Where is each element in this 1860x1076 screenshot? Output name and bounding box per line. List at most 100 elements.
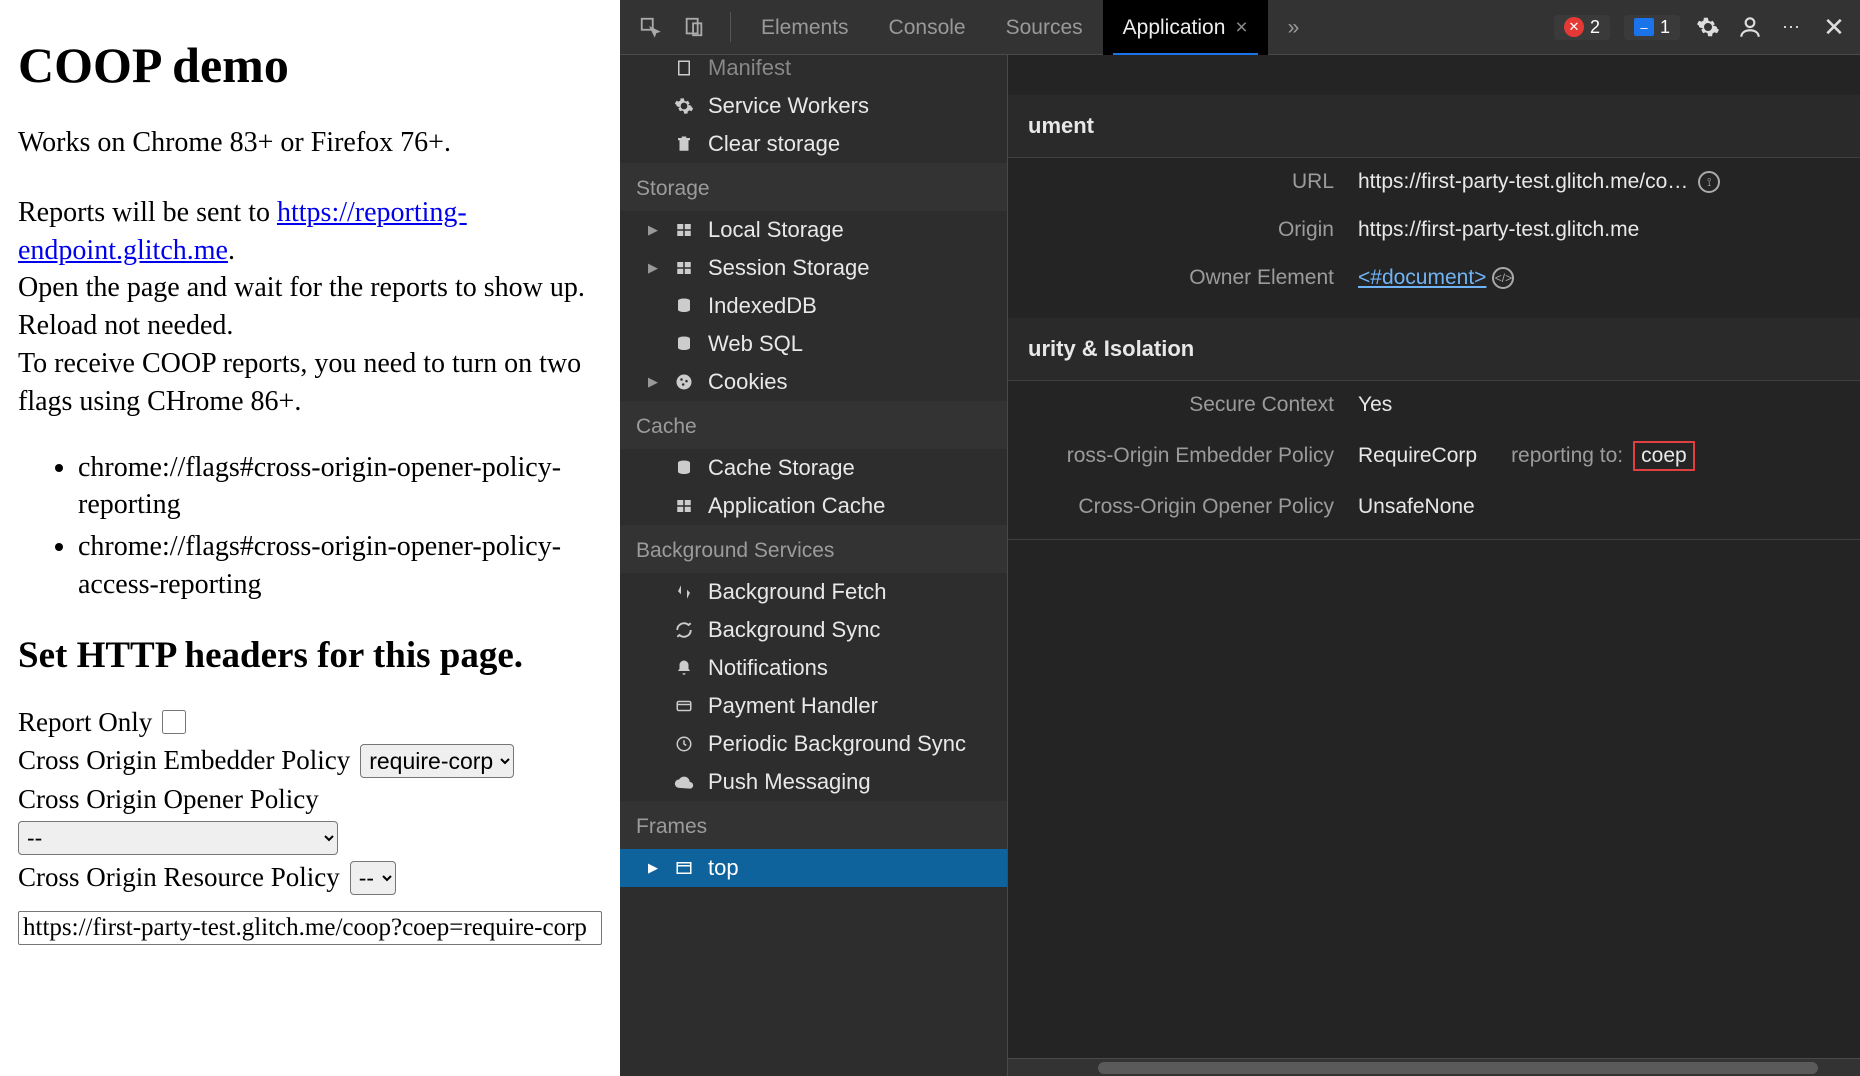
detail-owner-row: Owner Element <#document> </> bbox=[1008, 254, 1860, 302]
gear-icon bbox=[672, 94, 696, 118]
report-only-checkbox[interactable] bbox=[162, 710, 186, 734]
coep-endpoint-highlight: coep bbox=[1633, 441, 1695, 471]
sidebar-item-cookies[interactable]: ▶ Cookies bbox=[620, 363, 1007, 401]
origin-value: https://first-party-test.glitch.me bbox=[1358, 218, 1840, 242]
sidebar-item-periodic-bg-sync[interactable]: ▶ Periodic Background Sync bbox=[620, 725, 1007, 763]
table-icon bbox=[672, 256, 696, 280]
coop-label: Cross Origin Opener Policy bbox=[18, 784, 319, 815]
coop-value: UnsafeNone bbox=[1358, 495, 1840, 519]
flag-item: chrome://flags#cross-origin-opener-polic… bbox=[78, 449, 602, 525]
sidebar-item-cache-storage[interactable]: ▶ Cache Storage bbox=[620, 449, 1007, 487]
window-icon bbox=[672, 856, 696, 880]
detail-coop-row: Cross-Origin Opener Policy UnsafeNone bbox=[1008, 483, 1860, 540]
info-icon: – bbox=[1634, 18, 1654, 36]
sidebar-item-session-storage[interactable]: ▶ Session Storage bbox=[620, 249, 1007, 287]
coep-value: RequireCorp bbox=[1358, 444, 1477, 468]
sidebar-item-web-sql[interactable]: ▶ Web SQL bbox=[620, 325, 1007, 363]
sync-icon bbox=[672, 618, 696, 642]
url-input[interactable] bbox=[18, 911, 602, 945]
close-devtools-icon[interactable]: ✕ bbox=[1820, 13, 1848, 41]
page-subtitle: Works on Chrome 83+ or Firefox 76+. bbox=[18, 124, 602, 162]
sidebar-item-top-frame[interactable]: ▶ top bbox=[620, 849, 1007, 887]
reporting-label: reporting to: bbox=[1511, 444, 1623, 468]
headers-title: Set HTTP headers for this page. bbox=[18, 634, 602, 677]
report-only-label: Report Only bbox=[18, 707, 152, 738]
section-document: ument bbox=[1008, 95, 1860, 158]
sidebar-section-frames: Frames bbox=[620, 801, 1007, 849]
detail-origin-row: Origin https://first-party-test.glitch.m… bbox=[1008, 206, 1860, 254]
coep-select[interactable]: require-corp bbox=[360, 744, 514, 778]
transfer-icon bbox=[672, 580, 696, 604]
url-value: https://first-party-test.glitch.me/co… bbox=[1358, 170, 1688, 194]
flags-list: chrome://flags#cross-origin-opener-polic… bbox=[78, 449, 602, 604]
sidebar-item-bg-fetch[interactable]: ▶ Background Fetch bbox=[620, 573, 1007, 611]
tab-elements[interactable]: Elements bbox=[741, 0, 869, 55]
database-icon bbox=[672, 456, 696, 480]
detail-coep-row: ross-Origin Embedder Policy RequireCorp … bbox=[1008, 429, 1860, 483]
account-icon[interactable] bbox=[1736, 13, 1764, 41]
reveal-icon[interactable]: ⟟ bbox=[1698, 171, 1720, 193]
device-toggle-icon[interactable] bbox=[676, 9, 712, 45]
scrollbar-thumb[interactable] bbox=[1098, 1062, 1818, 1074]
devtools: Elements Console Sources Application× » … bbox=[620, 0, 1860, 1076]
sidebar-item-manifest[interactable]: ▶ Manifest bbox=[620, 55, 1007, 87]
tab-console[interactable]: Console bbox=[869, 0, 986, 55]
errors-badge[interactable]: ✕ 2 bbox=[1554, 15, 1610, 40]
table-icon bbox=[672, 494, 696, 518]
database-icon bbox=[672, 294, 696, 318]
page-title: COOP demo bbox=[18, 36, 602, 94]
coep-row: Cross Origin Embedder Policy require-cor… bbox=[18, 744, 602, 778]
owner-element-link[interactable]: <#document> bbox=[1358, 266, 1486, 290]
report-only-row: Report Only bbox=[18, 707, 602, 738]
trash-icon bbox=[672, 132, 696, 156]
card-icon bbox=[672, 694, 696, 718]
sidebar-item-indexeddb[interactable]: ▶ IndexedDB bbox=[620, 287, 1007, 325]
cookie-icon bbox=[672, 370, 696, 394]
clock-icon bbox=[672, 732, 696, 756]
cloud-icon bbox=[672, 770, 696, 794]
instructions-2: To receive COOP reports, you need to tur… bbox=[18, 345, 602, 421]
sidebar-item-bg-sync[interactable]: ▶ Background Sync bbox=[620, 611, 1007, 649]
section-security: urity & Isolation bbox=[1008, 318, 1860, 381]
info-badge[interactable]: – 1 bbox=[1624, 15, 1680, 40]
secure-context-value: Yes bbox=[1358, 393, 1840, 417]
sidebar-section-bg-services: Background Services bbox=[620, 525, 1007, 573]
devtools-toolbar: Elements Console Sources Application× » … bbox=[620, 0, 1860, 55]
tabs-overflow-icon[interactable]: » bbox=[1268, 0, 1320, 55]
sidebar-item-notifications[interactable]: ▶ Notifications bbox=[620, 649, 1007, 687]
table-icon bbox=[672, 218, 696, 242]
sidebar-item-payment-handler[interactable]: ▶ Payment Handler bbox=[620, 687, 1007, 725]
application-sidebar: ▶ Manifest ▶ Service Workers ▶ Clear sto… bbox=[620, 55, 1008, 1076]
detail-secure-context-row: Secure Context Yes bbox=[1008, 381, 1860, 429]
sidebar-item-application-cache[interactable]: ▶ Application Cache bbox=[620, 487, 1007, 525]
corp-label: Cross Origin Resource Policy bbox=[18, 862, 340, 893]
horizontal-scrollbar[interactable] bbox=[1008, 1058, 1860, 1076]
more-icon[interactable]: ⋯ bbox=[1778, 13, 1806, 41]
bell-icon bbox=[672, 656, 696, 680]
database-icon bbox=[672, 332, 696, 356]
inspect-icon[interactable] bbox=[632, 9, 668, 45]
corp-row: Cross Origin Resource Policy -- bbox=[18, 861, 602, 895]
reports-paragraph: Reports will be sent to https://reportin… bbox=[18, 194, 602, 270]
sidebar-item-service-workers[interactable]: ▶ Service Workers bbox=[620, 87, 1007, 125]
sidebar-item-clear-storage[interactable]: ▶ Clear storage bbox=[620, 125, 1007, 163]
scroll-to-icon[interactable]: </> bbox=[1492, 267, 1514, 289]
corp-select[interactable]: -- bbox=[350, 861, 396, 895]
close-icon[interactable]: × bbox=[1235, 16, 1247, 39]
sidebar-item-local-storage[interactable]: ▶ Local Storage bbox=[620, 211, 1007, 249]
instructions-1: Open the page and wait for the reports t… bbox=[18, 269, 602, 345]
tab-application[interactable]: Application× bbox=[1103, 0, 1268, 55]
gear-icon[interactable] bbox=[1694, 13, 1722, 41]
error-icon: ✕ bbox=[1564, 17, 1584, 37]
sidebar-section-storage: Storage bbox=[620, 163, 1007, 211]
devtools-tabs: Elements Console Sources Application× » bbox=[741, 0, 1319, 55]
coop-select[interactable]: -- bbox=[18, 821, 338, 855]
sidebar-section-cache: Cache bbox=[620, 401, 1007, 449]
flag-item: chrome://flags#cross-origin-opener-polic… bbox=[78, 528, 602, 604]
document-icon bbox=[672, 56, 696, 80]
coop-row: Cross Origin Opener Policy bbox=[18, 784, 602, 815]
detail-url-row: URL https://first-party-test.glitch.me/c… bbox=[1008, 158, 1860, 206]
sidebar-item-push-messaging[interactable]: ▶ Push Messaging bbox=[620, 763, 1007, 801]
coep-label: Cross Origin Embedder Policy bbox=[18, 745, 350, 776]
tab-sources[interactable]: Sources bbox=[986, 0, 1103, 55]
